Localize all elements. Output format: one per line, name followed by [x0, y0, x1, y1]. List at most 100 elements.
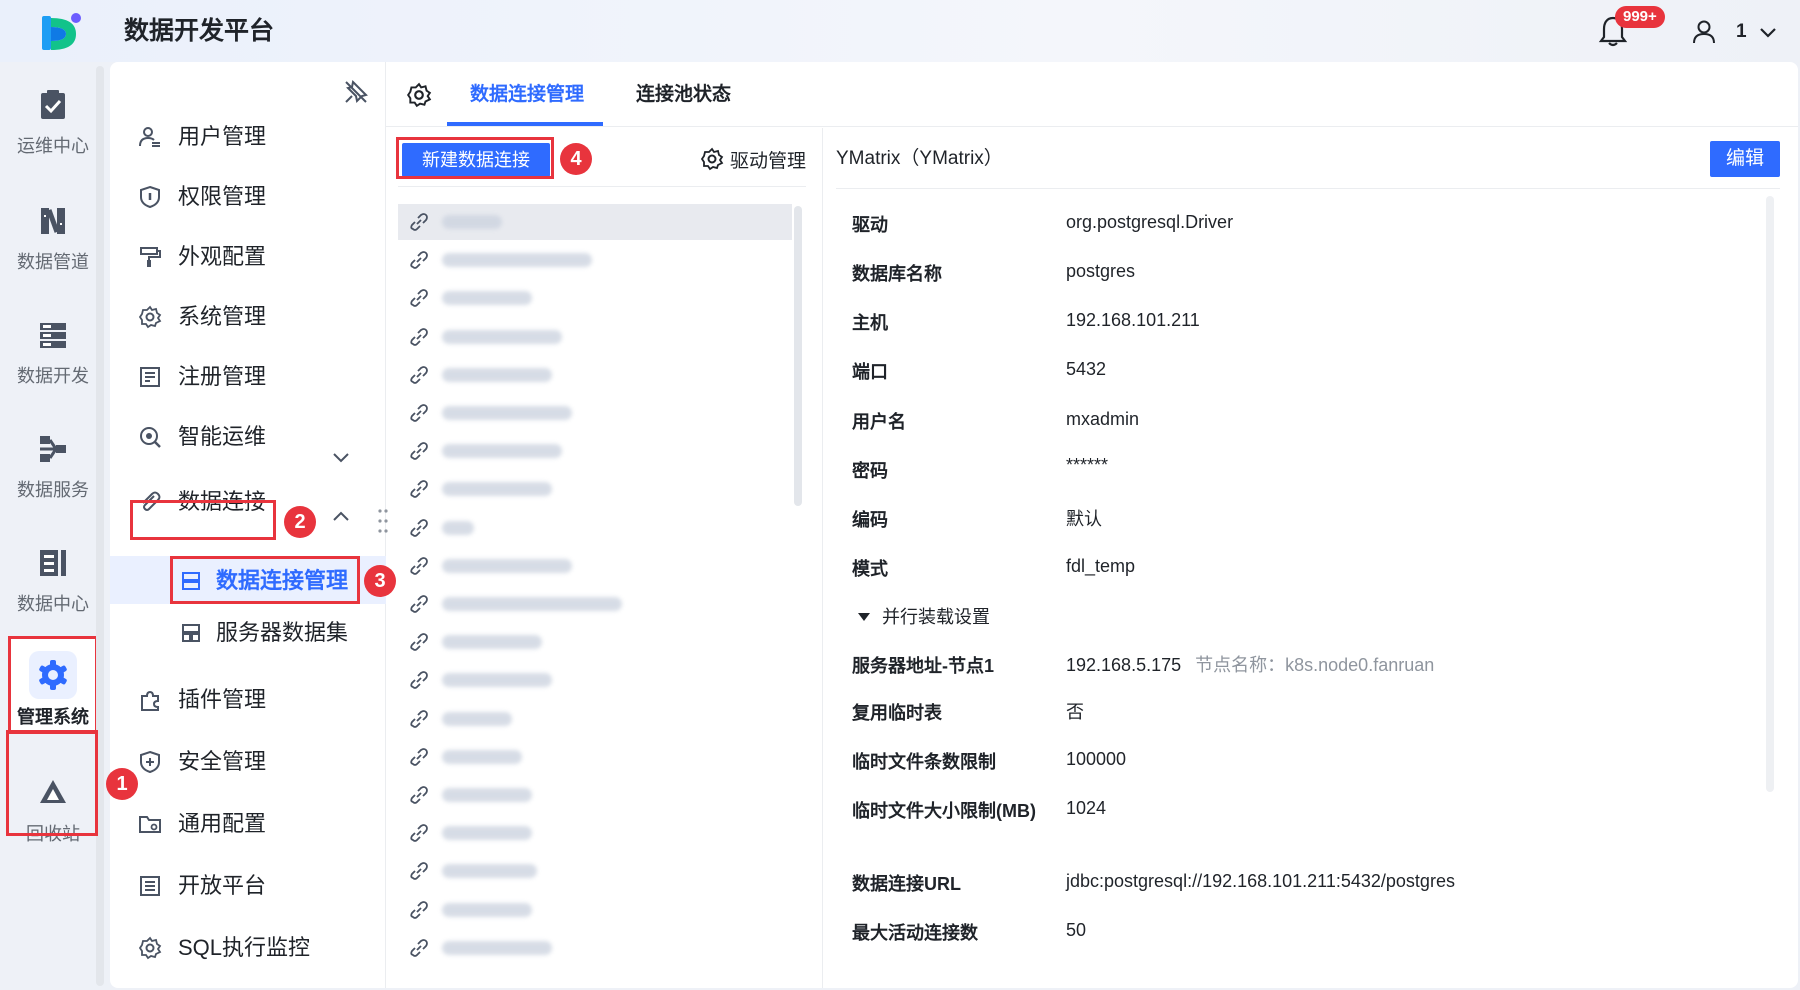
- paint-roller-icon: [140, 247, 161, 267]
- field-label-max-active-connections: 最大活动连接数: [852, 923, 978, 943]
- connection-list-item[interactable]: [398, 510, 792, 546]
- chevron-down-icon[interactable]: [1756, 20, 1780, 44]
- menu-item-sql-monitor[interactable]: SQL执行监控: [138, 928, 368, 968]
- nav-item-data-center[interactable]: 数据中心: [8, 528, 98, 648]
- sub-item-server-dataset[interactable]: 服务器数据集: [180, 610, 348, 656]
- link-icon: [410, 595, 428, 613]
- link-icon: [410, 518, 428, 537]
- folder-gear-icon: [139, 816, 161, 833]
- pane-divider: [822, 128, 823, 988]
- annotation-number: 1: [106, 768, 138, 800]
- tab-data-connection-management[interactable]: 数据连接管理: [470, 78, 584, 126]
- connection-list-item[interactable]: [398, 280, 792, 316]
- connection-list-item[interactable]: [398, 357, 792, 393]
- gear-icon: [138, 305, 162, 329]
- connection-list-item[interactable]: [398, 548, 792, 584]
- primary-nav-scrollbar[interactable]: [96, 66, 104, 986]
- detail-scrollbar[interactable]: [1766, 196, 1774, 792]
- unpin-icon[interactable]: [342, 78, 370, 106]
- chevron-down-icon[interactable]: [330, 446, 352, 468]
- shield-icon: [140, 185, 160, 209]
- connection-list-item[interactable]: [398, 815, 792, 851]
- redacted-connection-name: [442, 482, 552, 497]
- nav-item-data-pipeline[interactable]: 数据管道: [8, 186, 98, 306]
- menu-item-open-platform[interactable]: 开放平台: [138, 866, 368, 906]
- server-stack-icon: [40, 323, 66, 348]
- app-logo-icon[interactable]: [38, 10, 84, 56]
- menu-item-system-management[interactable]: 系统管理: [138, 297, 368, 337]
- field-label-database-name: 数据库名称: [852, 264, 942, 284]
- connection-list-item[interactable]: [398, 204, 792, 240]
- detail-divider: [836, 188, 1780, 189]
- connection-list-item[interactable]: [398, 892, 792, 928]
- chevron-up-icon[interactable]: [330, 506, 352, 528]
- field-value-password: ******: [1066, 455, 1109, 475]
- field-label-encoding: 编码: [852, 510, 888, 530]
- field-value-host: 192.168.101.211: [1066, 310, 1200, 330]
- field-label-reuse-temp-table: 复用临时表: [852, 703, 942, 723]
- notification-badge[interactable]: 999+: [1615, 6, 1665, 28]
- list-icon: [140, 876, 160, 896]
- connection-list-item[interactable]: [398, 777, 792, 813]
- parallel-load-section-toggle[interactable]: 并行装载设置: [858, 604, 990, 630]
- field-label-password: 密码: [852, 461, 888, 481]
- redacted-connection-name: [442, 597, 622, 611]
- menu-item-registration-management[interactable]: 注册管理: [138, 357, 368, 397]
- puzzle-icon: [141, 690, 159, 711]
- connection-list-item[interactable]: [398, 586, 792, 622]
- field-label-port: 端口: [852, 362, 888, 382]
- nav-item-admin-system[interactable]: 管理系统: [8, 636, 98, 734]
- nav-item-data-development[interactable]: 数据开发: [8, 300, 98, 420]
- connection-list-item[interactable]: [398, 319, 792, 355]
- menu-item-permission-management[interactable]: 权限管理: [138, 177, 368, 217]
- link-icon: [410, 747, 428, 766]
- nav-item-ops-center[interactable]: 运维中心: [8, 70, 98, 190]
- tab-connection-pool-status[interactable]: 连接池状态: [636, 78, 731, 126]
- connection-list-item[interactable]: [398, 662, 792, 698]
- connection-list-item[interactable]: [398, 395, 792, 431]
- connection-list-item[interactable]: [398, 853, 792, 889]
- annotation-box-admin-system: [6, 730, 98, 836]
- connection-list-item[interactable]: [398, 624, 792, 660]
- redacted-connection-name: [442, 635, 542, 650]
- nav-item-data-service[interactable]: 数据服务: [8, 414, 98, 534]
- field-value-temp-file-count-limit: 100000: [1066, 749, 1127, 769]
- annotation-number: 2: [284, 506, 316, 538]
- list-divider: [398, 186, 806, 187]
- menu-item-security-management[interactable]: 安全管理: [138, 742, 368, 782]
- connection-list-scrollbar[interactable]: [794, 206, 802, 506]
- user-icon: [139, 127, 160, 147]
- drag-handle-icon[interactable]: [376, 506, 390, 536]
- connection-list-item[interactable]: [398, 242, 792, 278]
- link-icon: [410, 633, 428, 652]
- menu-item-user-management[interactable]: 用户管理: [138, 117, 368, 157]
- field-label-temp-file-count-limit: 临时文件条数限制: [852, 752, 996, 772]
- user-icon[interactable]: [1690, 18, 1718, 46]
- user-name[interactable]: 1: [1736, 18, 1747, 46]
- redacted-connection-name: [442, 558, 572, 573]
- connection-list-item[interactable]: [398, 701, 792, 737]
- connection-list-item[interactable]: [398, 739, 792, 775]
- redacted-connection-name: [442, 520, 474, 535]
- link-icon: [410, 824, 428, 843]
- menu-item-plugin-management[interactable]: 插件管理: [138, 680, 368, 720]
- connection-list-item[interactable]: [398, 433, 792, 469]
- annotation-number: 4: [560, 143, 592, 175]
- connection-list-item[interactable]: [398, 930, 792, 966]
- redacted-connection-name: [442, 902, 532, 917]
- annotation-box-connection-management: [170, 556, 360, 604]
- driver-management-button[interactable]: 驱动管理: [700, 144, 806, 174]
- edit-button[interactable]: 编辑: [1710, 141, 1780, 177]
- connection-list-item[interactable]: [398, 471, 792, 507]
- settings-gear-icon[interactable]: [406, 82, 432, 108]
- redacted-connection-name: [442, 826, 532, 841]
- redacted-connection-name: [442, 406, 572, 420]
- link-icon: [410, 862, 428, 881]
- link-icon: [410, 213, 428, 231]
- redacted-connection-name: [442, 673, 552, 688]
- annotation-box-data-connection: [130, 500, 276, 540]
- menu-item-general-config[interactable]: 通用配置: [138, 804, 368, 844]
- link-icon: [410, 671, 428, 690]
- redacted-connection-name: [442, 291, 532, 306]
- menu-item-appearance-config[interactable]: 外观配置: [138, 237, 368, 277]
